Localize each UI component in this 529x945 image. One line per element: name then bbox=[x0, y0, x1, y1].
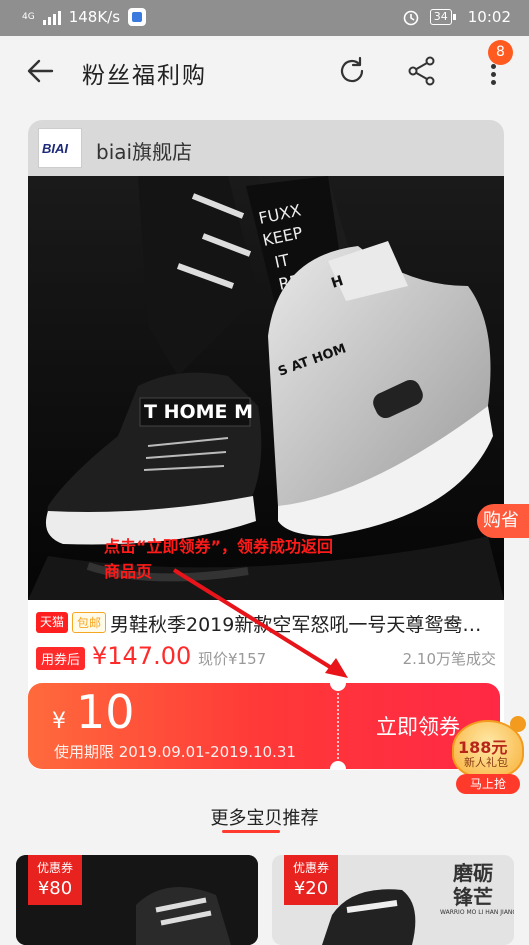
recommend-item[interactable]: 优惠券 ¥80 bbox=[16, 855, 258, 945]
store-logo: BIAI bbox=[38, 128, 82, 168]
after-coupon-label: 用券后 bbox=[36, 647, 86, 670]
gift-subtitle: 新人礼包 bbox=[464, 756, 508, 769]
notification-badge: 8 bbox=[488, 40, 513, 65]
grab-now-button[interactable]: 马上抢 bbox=[456, 774, 520, 794]
coupon-flag: 优惠券 ¥20 bbox=[284, 855, 338, 905]
section-underline bbox=[222, 830, 280, 833]
product-tags: 天猫 包邮 bbox=[36, 612, 107, 633]
more-menu-icon[interactable] bbox=[489, 64, 497, 88]
page-title: 粉丝福利购 bbox=[82, 63, 207, 89]
gift-bow-icon bbox=[510, 716, 526, 732]
share-icon[interactable] bbox=[406, 55, 438, 87]
brand-slogan: 磨砺 锋芒 WARRIO MO LI HAN JIANG bbox=[440, 861, 514, 916]
coupon-banner[interactable]: ¥ 10 使用期限 2019.09.01-2019.10.31 立即领券 bbox=[28, 683, 500, 769]
side-buy-button[interactable]: 购省 bbox=[477, 504, 529, 538]
new-user-gift-widget[interactable]: 188元 新人礼包 马上抢 bbox=[452, 716, 529, 796]
battery-icon: 34 bbox=[429, 9, 456, 25]
tag-tmall: 天猫 bbox=[36, 612, 69, 633]
clock: 10:02 bbox=[467, 8, 511, 26]
recommend-item[interactable]: 优惠券 ¥20 磨砺 锋芒 WARRIO MO LI HAN JIANG bbox=[272, 855, 514, 945]
coupon-currency: ¥ bbox=[52, 709, 66, 734]
top-nav: 粉丝福利购 8 bbox=[0, 36, 529, 108]
battery-level: 34 bbox=[433, 10, 448, 23]
network-speed: 148K/s bbox=[68, 8, 121, 26]
back-arrow-icon[interactable] bbox=[26, 58, 54, 84]
tag-free-shipping: 包邮 bbox=[72, 612, 107, 633]
svg-text:T HOME M: T HOME M bbox=[144, 401, 253, 423]
recommend-section-title: 更多宝贝推荐 bbox=[210, 808, 319, 829]
store-name: biai旗舰店 bbox=[96, 140, 193, 164]
store-header[interactable]: BIAI biai旗舰店 bbox=[28, 120, 504, 176]
refresh-icon[interactable] bbox=[336, 55, 368, 87]
coupon-amount: 10 bbox=[76, 685, 135, 739]
coupon-flag-value: ¥80 bbox=[37, 878, 73, 899]
sales-count: 2.10万笔成交 bbox=[402, 650, 496, 668]
annotation-arrow-icon bbox=[172, 568, 348, 678]
network-label: 4G bbox=[22, 12, 35, 22]
app-shield-icon bbox=[128, 8, 147, 26]
coupon-flag: 优惠券 ¥80 bbox=[28, 855, 82, 905]
alarm-icon bbox=[403, 10, 419, 26]
annotation-line-1: 点击“立即领券”，领券成功返回 bbox=[104, 537, 334, 556]
claim-coupon-button[interactable]: 立即领券 bbox=[376, 711, 460, 741]
status-bar: 4G 148K/s 34 10:02 bbox=[0, 0, 529, 36]
coupon-validity: 使用期限 2019.09.01-2019.10.31 bbox=[54, 743, 296, 761]
signal-icon bbox=[42, 9, 61, 25]
coupon-flag-value: ¥20 bbox=[293, 878, 329, 899]
